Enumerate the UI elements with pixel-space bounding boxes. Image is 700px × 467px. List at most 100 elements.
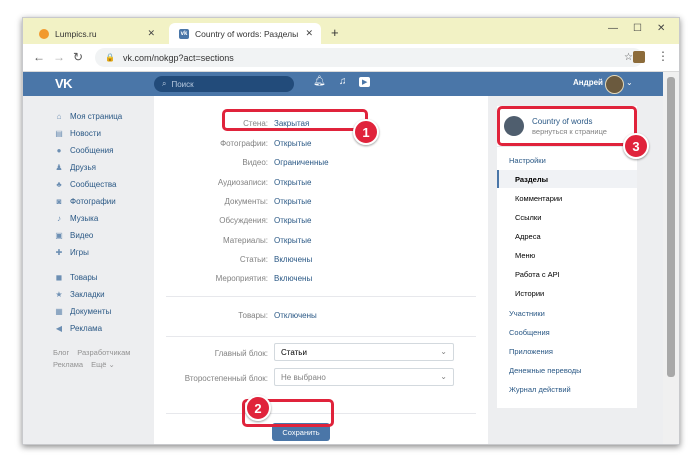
tab-country-of-words[interactable]: vk Country of words: Разделы ✕	[169, 23, 321, 44]
search-input[interactable]: ⌕ Поиск	[154, 76, 294, 92]
footer-link-ads[interactable]: Реклама	[53, 360, 83, 369]
section-row-audio[interactable]: Аудиозаписи: Открытые	[154, 173, 488, 192]
vk-header: VK ⌕ Поиск 🔔︎ ♫ ▶ Андрей ⌄	[23, 72, 663, 96]
section-row-goods[interactable]: Товары: Отключены	[154, 306, 488, 325]
main-block-row: Главный блок: Статьи ⌄	[154, 343, 488, 363]
footer-link-more[interactable]: Ещё ⌄	[91, 360, 115, 369]
notifications-bell-icon[interactable]: 🔔︎	[313, 76, 326, 87]
right-menu-item-menu[interactable]: Меню	[497, 246, 637, 264]
menu-label: Документы	[70, 307, 112, 316]
row-value[interactable]: Включены	[274, 274, 312, 283]
documents-icon: ▦	[55, 307, 63, 316]
callout-wall	[222, 109, 368, 131]
section-row-documents[interactable]: Документы: Открытые	[154, 192, 488, 211]
row-value[interactable]: Открытые	[274, 178, 311, 187]
footer-link-developers[interactable]: Разработчикам	[77, 348, 130, 357]
close-tab-icon[interactable]: ✕	[305, 28, 313, 39]
menu-label: Сообщения	[70, 146, 114, 155]
forward-icon[interactable]: →	[53, 50, 65, 64]
secondary-block-label: Второстепенный блок:	[184, 374, 268, 383]
right-menu-item-apps[interactable]: Приложения	[497, 342, 637, 360]
right-menu-item-api[interactable]: Работа с API	[497, 265, 637, 283]
secondary-block-select[interactable]: Не выбрано ⌄	[274, 368, 454, 386]
main-block-label: Главный блок:	[214, 349, 268, 358]
row-label: Мероприятия:	[215, 274, 268, 283]
right-menu-item-log[interactable]: Журнал действий	[497, 380, 637, 398]
chevron-down-icon[interactable]: ⌄	[626, 78, 633, 87]
section-row-events[interactable]: Мероприятия: Включены	[154, 269, 488, 288]
menu-label: Закладки	[70, 290, 105, 299]
vk-logo[interactable]: VK	[55, 76, 73, 91]
right-menu: Country of words вернуться к странице На…	[497, 106, 637, 408]
row-value[interactable]: Открытые	[274, 197, 311, 206]
communities-icon: ♣	[56, 180, 62, 189]
right-menu-item-comments[interactable]: Комментарии	[497, 189, 637, 207]
photos-icon: ◙	[56, 197, 62, 206]
tab-strip: Lumpics.ru ✕ vk Country of words: Раздел…	[23, 18, 679, 44]
footer-link-blog[interactable]: Блог	[53, 348, 69, 357]
browser-menu-icon[interactable]: ⋮	[657, 49, 669, 63]
section-row-photos[interactable]: Фотографии: Открытые	[154, 134, 488, 153]
avatar[interactable]	[605, 75, 624, 94]
bookmark-star-icon[interactable]: ☆	[624, 52, 633, 63]
divider	[166, 296, 476, 297]
play-icon[interactable]: ▶	[359, 77, 371, 87]
row-label: Аудиозаписи:	[217, 178, 268, 187]
url-input[interactable]: 🔒 vk.com/nokgp?act=sections ☆	[95, 48, 643, 67]
menu-label: Моя страница	[70, 112, 123, 121]
section-row-discussions[interactable]: Обсуждения: Открытые	[154, 211, 488, 230]
menu-label: Игры	[70, 248, 89, 257]
section-row-video[interactable]: Видео: Ограниченные	[154, 153, 488, 172]
home-icon: ⌂	[56, 112, 62, 121]
right-menu-item-messages[interactable]: Сообщения	[497, 323, 637, 341]
sections-panel: Стена: Закрытая Фотографии: Открытые Видео…	[154, 96, 488, 444]
right-menu-item-sections[interactable]: Разделы	[497, 170, 637, 188]
callout-badge-1: 1	[353, 119, 379, 145]
row-value[interactable]: Включены	[274, 255, 312, 264]
maximize-icon[interactable]: ☐	[633, 23, 642, 34]
friends-icon: ♟	[55, 163, 63, 172]
right-menu-item-transfers[interactable]: Денежные переводы	[497, 361, 637, 379]
goods-icon: ◼	[55, 273, 63, 282]
menu-label: Друзья	[70, 163, 96, 172]
menu-label: Товары	[70, 273, 98, 282]
right-menu-item-stories[interactable]: Истории	[497, 284, 637, 302]
chevron-down-icon: ⌄	[440, 347, 447, 356]
callout-community	[497, 106, 637, 146]
music-icon: ♪	[57, 214, 61, 223]
music-note-icon[interactable]: ♫	[339, 76, 347, 87]
callout-badge-2: 2	[245, 395, 271, 421]
row-value[interactable]: Открытые	[274, 236, 311, 245]
menu-label: Фотографии	[70, 197, 116, 206]
main-block-select[interactable]: Статьи ⌄	[274, 343, 454, 361]
right-menu-item-addresses[interactable]: Адреса	[497, 227, 637, 245]
reload-icon[interactable]: ↻	[73, 50, 83, 64]
row-value[interactable]: Ограниченные	[274, 158, 329, 167]
vk-favicon-icon: vk	[179, 28, 189, 39]
bookmarks-icon: ★	[55, 290, 63, 299]
right-menu-item-members[interactable]: Участники	[497, 304, 637, 322]
secondary-block-row: Второстепенный блок: Не выбрано ⌄	[154, 368, 488, 388]
right-menu-item-settings[interactable]: Настройки	[497, 151, 637, 169]
row-value[interactable]: Отключены	[274, 311, 317, 320]
tab-lumpics[interactable]: Lumpics.ru ✕	[29, 23, 163, 44]
right-menu-item-links[interactable]: Ссылки	[497, 208, 637, 226]
minimize-icon[interactable]: —	[608, 23, 618, 34]
browser-window: Lumpics.ru ✕ vk Country of words: Раздел…	[22, 17, 680, 445]
user-name[interactable]: Андрей	[573, 78, 603, 87]
row-label: Статьи:	[239, 255, 268, 264]
scrollbar-thumb[interactable]	[667, 77, 675, 377]
close-tab-icon[interactable]: ✕	[147, 28, 155, 39]
back-icon[interactable]: ←	[33, 50, 45, 64]
close-window-icon[interactable]: ✕	[657, 23, 665, 34]
lock-icon: 🔒	[105, 53, 115, 62]
new-tab-button[interactable]: +	[331, 25, 339, 40]
address-bar-row: ← → ↻ 🔒 vk.com/nokgp?act=sections ☆ ⋮	[23, 44, 679, 72]
row-value[interactable]: Открытые	[274, 216, 311, 225]
row-label: Фотографии:	[220, 139, 268, 148]
section-row-articles[interactable]: Статьи: Включены	[154, 250, 488, 269]
extension-icon[interactable]	[633, 51, 645, 63]
ads-icon: ◀	[55, 324, 63, 333]
section-row-materials[interactable]: Материалы: Открытые	[154, 231, 488, 250]
row-value[interactable]: Открытые	[274, 139, 311, 148]
